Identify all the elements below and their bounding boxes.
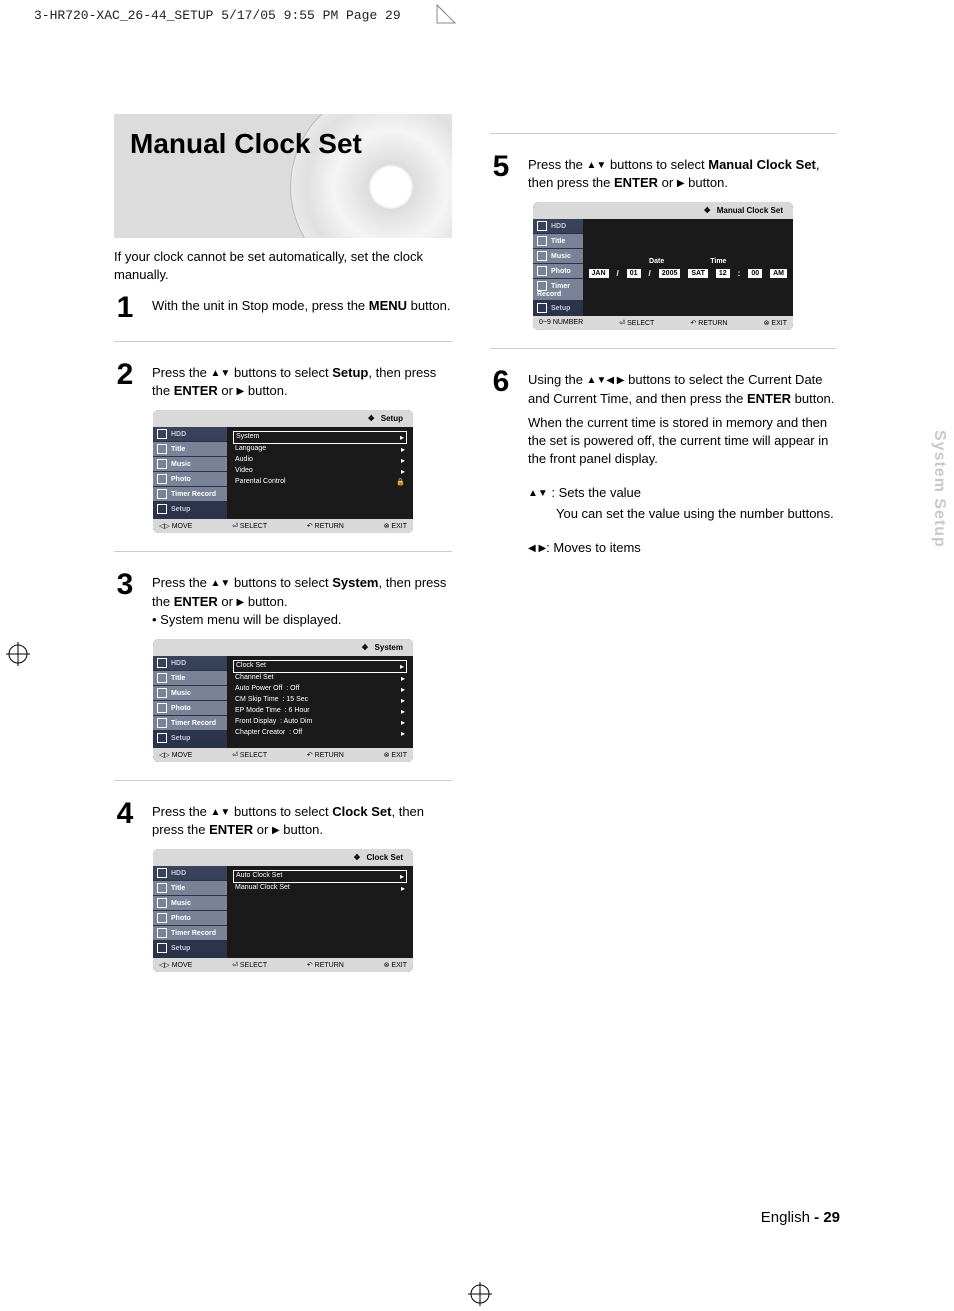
step-3: 3 Press the ▲▼ buttons to select System,… bbox=[114, 570, 452, 629]
time-min: 00 bbox=[748, 269, 762, 278]
title-block: Manual Clock Set bbox=[114, 114, 452, 238]
step-text: With the unit in Stop mode, press the ME… bbox=[152, 293, 452, 323]
step-number: 2 bbox=[114, 360, 136, 400]
step-text: Press the ▲▼ buttons to select Setup, th… bbox=[152, 360, 452, 400]
date-day: 01 bbox=[627, 269, 641, 278]
step-6: 6 Using the ▲▼◀ ▶ buttons to select the … bbox=[490, 367, 836, 557]
step-number: 4 bbox=[114, 799, 136, 839]
step-1: 1 With the unit in Stop mode, press the … bbox=[114, 293, 452, 323]
osd-sidebar: HDD Title Music Photo Timer Record Setup bbox=[533, 219, 583, 316]
step-2: 2 Press the ▲▼ buttons to select Setup, … bbox=[114, 360, 452, 400]
osd-header: Setup bbox=[153, 410, 413, 427]
osd-sidebar: HDD Title Music Photo Timer Record Setup bbox=[153, 427, 227, 519]
step-5: 5 Press the ▲▼ buttons to select Manual … bbox=[490, 152, 836, 192]
osd-screenshot-system: System HDD Title Music Photo Timer Recor… bbox=[153, 639, 413, 762]
osd-tab-music: Music bbox=[153, 457, 227, 472]
page-title: Manual Clock Set bbox=[130, 128, 362, 160]
osd-tab-title: Title bbox=[153, 442, 227, 457]
osd-screenshot-setup: Setup HDD Title Music Photo Timer Record… bbox=[153, 410, 413, 533]
osd-main: Clock Set Channel Set Auto Power Off : O… bbox=[227, 656, 413, 748]
osd-sidebar: HDD Title Music Photo Timer Record Setup bbox=[153, 656, 227, 748]
step-4: 4 Press the ▲▼ buttons to select Clock S… bbox=[114, 799, 452, 839]
registration-mark-icon bbox=[6, 642, 30, 666]
date-dow: SAT bbox=[688, 269, 707, 278]
osd-tab-timer: Timer Record bbox=[153, 487, 227, 502]
osd-screenshot-manual-clock: Manual Clock Set HDD Title Music Photo T… bbox=[533, 202, 793, 330]
osd-tab-setup: Setup bbox=[153, 502, 227, 517]
step-number: 6 bbox=[490, 367, 512, 557]
time-hour: 12 bbox=[716, 269, 730, 278]
osd-screenshot-clockset: Clock Set HDD Title Music Photo Timer Re… bbox=[153, 849, 413, 972]
step-text: Using the ▲▼◀ ▶ buttons to select the Cu… bbox=[528, 367, 836, 557]
date-month: JAN bbox=[589, 269, 609, 278]
step-text: Press the ▲▼ buttons to select Clock Set… bbox=[152, 799, 452, 839]
separator bbox=[114, 551, 452, 552]
intro-text: If your clock cannot be set automaticall… bbox=[114, 248, 452, 283]
osd-header: Clock Set bbox=[153, 849, 413, 866]
step-number: 3 bbox=[114, 570, 136, 629]
date-year: 2005 bbox=[659, 269, 681, 278]
registration-mark-icon bbox=[468, 1282, 492, 1306]
step-number: 1 bbox=[114, 293, 136, 323]
osd-main: System Language Audio Video Parental Con… bbox=[227, 427, 413, 519]
osd-tab-hdd: HDD bbox=[153, 427, 227, 442]
osd-main: DateTime JAN/01/2005 SAT 12:00AM bbox=[583, 219, 794, 316]
separator bbox=[490, 133, 836, 134]
separator bbox=[114, 780, 452, 781]
page-footer: English - 29 bbox=[761, 1209, 840, 1226]
osd-tab-photo: Photo bbox=[153, 472, 227, 487]
separator bbox=[114, 341, 452, 342]
step-text: Press the ▲▼ buttons to select System, t… bbox=[152, 570, 452, 629]
osd-header: System bbox=[153, 639, 413, 656]
step-number: 5 bbox=[490, 152, 512, 192]
separator bbox=[490, 348, 836, 349]
time-ampm: AM bbox=[770, 269, 787, 278]
job-header: 3-HR720-XAC_26-44_SETUP 5/17/05 9:55 PM … bbox=[34, 8, 401, 23]
osd-sidebar: HDD Title Music Photo Timer Record Setup bbox=[153, 866, 227, 958]
osd-header: Manual Clock Set bbox=[533, 202, 793, 219]
step-text: Press the ▲▼ buttons to select Manual Cl… bbox=[528, 152, 836, 192]
side-tab: System Setup bbox=[930, 430, 948, 548]
osd-main: Auto Clock Set Manual Clock Set bbox=[227, 866, 413, 958]
osd-footer: ◁▷ MOVE⏎ SELECT↶ RETURN⊗ EXIT bbox=[153, 519, 413, 533]
pagefold-icon bbox=[436, 4, 456, 24]
